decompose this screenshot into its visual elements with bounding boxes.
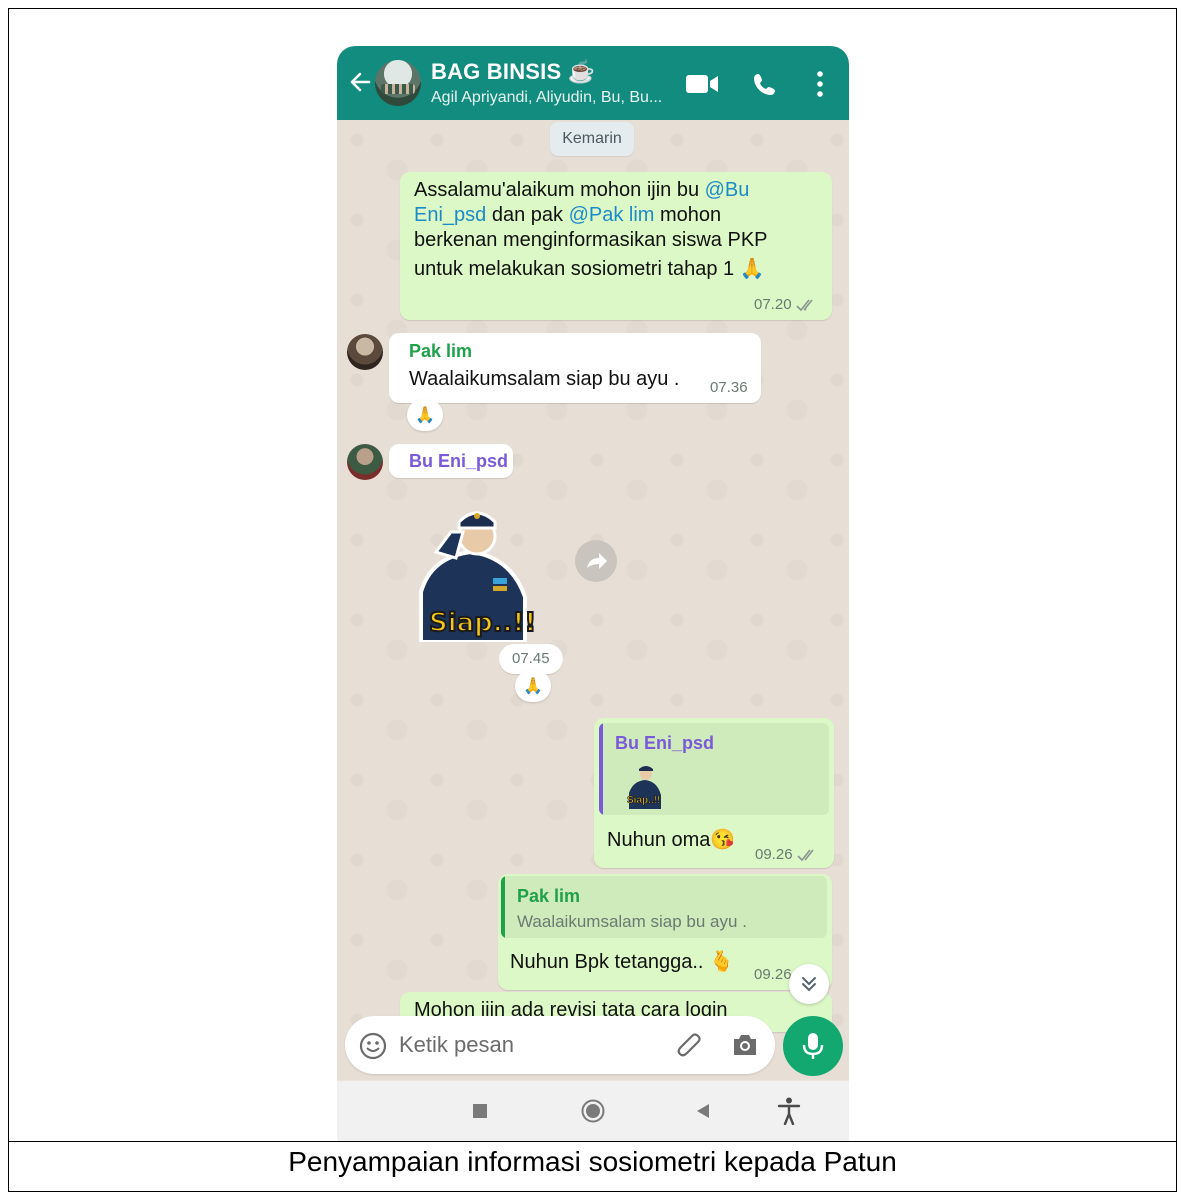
mic-icon[interactable]	[783, 1016, 843, 1076]
message-bubble-outgoing[interactable]: Assalamu'alaikum mohon ijin bu @Bu Eni_p…	[400, 172, 832, 320]
mention-link[interactable]: @Bu	[705, 179, 750, 201]
recents-icon[interactable]	[473, 1104, 487, 1118]
paperclip-icon[interactable]	[675, 1031, 705, 1061]
chat-title[interactable]: BAG BINSIS ☕	[431, 59, 595, 85]
quoted-sticker-caption: Siap..!!	[627, 795, 661, 807]
reaction-badge[interactable]: 🙏	[515, 670, 551, 702]
video-call-icon[interactable]	[685, 72, 719, 96]
message-bubble-outgoing[interactable]: Bu Eni_psd Siap..!! Nuhun oma😘 09.26	[594, 718, 834, 868]
text-span: dan pak	[486, 204, 569, 226]
quoted-sticker-thumbnail: Siap..!!	[623, 763, 665, 809]
arrow-left-icon[interactable]	[347, 68, 373, 96]
message-time: 09.26	[754, 966, 792, 983]
sticker-image[interactable]: Siap..!!	[401, 502, 541, 644]
forward-icon[interactable]	[575, 540, 617, 582]
mention-link[interactable]: Eni_psd	[414, 204, 486, 226]
date-chip: Kemarin	[550, 122, 634, 156]
quote-text: Waalaikumsalam siap bu ayu .	[517, 912, 747, 931]
message-meta: 07.20	[754, 296, 818, 313]
message-time: 07.20	[754, 296, 792, 313]
quote-sender: Bu Eni_psd	[615, 733, 715, 753]
system-nav-bar	[337, 1081, 849, 1141]
quoted-message[interactable]: Bu Eni_psd Siap..!!	[599, 723, 829, 815]
text-span: untuk melakukan sosiometri tahap 1 🙏	[414, 258, 765, 280]
message-text: Waalaikumsalam siap bu ayu .	[409, 368, 680, 390]
message-input-bar[interactable]: Ketik pesan	[345, 1016, 775, 1074]
reaction-badge[interactable]: 🙏	[407, 399, 443, 431]
message-time: 07.36	[710, 379, 748, 396]
message-time: 07.45	[512, 650, 550, 667]
message-bubble-incoming[interactable]: Bu Eni_psd	[389, 444, 513, 478]
quoted-message[interactable]: Pak lim Waalaikumsalam siap bu ayu .	[501, 876, 827, 938]
double-check-icon	[795, 299, 813, 311]
message-time: 09.26	[755, 846, 793, 863]
sticker-caption: Siap..!!	[428, 607, 537, 639]
sender-name[interactable]: Pak lim	[409, 341, 472, 362]
home-icon[interactable]	[581, 1099, 605, 1123]
avatar[interactable]	[347, 334, 383, 370]
emoji-icon[interactable]	[359, 1032, 387, 1060]
phone-screen: BAG BINSIS ☕ Agil Apriyandi, Aliyudin, B…	[337, 46, 849, 1141]
avatar[interactable]	[347, 444, 383, 480]
quote-bar	[599, 723, 603, 815]
message-text: Nuhun oma😘	[607, 829, 736, 851]
text-span: mohon	[654, 204, 722, 226]
chat-members[interactable]: Agil Apriyandi, Aliyudin, Bu, Bu...	[431, 89, 662, 107]
message-bubble-incoming[interactable]: Pak lim Waalaikumsalam siap bu ayu . 07.…	[389, 333, 761, 403]
message-text: Assalamu'alaikum mohon ijin bu @Bu Eni_p…	[414, 178, 824, 282]
double-check-icon	[796, 849, 814, 861]
message-input[interactable]: Ketik pesan	[399, 1032, 514, 1058]
accessibility-icon[interactable]	[777, 1097, 801, 1125]
text-span: berkenan menginformasikan siswa PKP	[414, 229, 768, 251]
quote-bar	[501, 876, 505, 938]
chat-header: BAG BINSIS ☕ Agil Apriyandi, Aliyudin, B…	[337, 46, 849, 120]
sender-name[interactable]: Bu Eni_psd	[409, 451, 508, 472]
camera-icon[interactable]	[731, 1032, 759, 1058]
text-span: Assalamu'alaikum mohon ijin bu	[414, 179, 705, 201]
chevron-double-down-icon[interactable]	[789, 964, 829, 1004]
caption-divider	[8, 1141, 1177, 1142]
message-bubble-outgoing[interactable]: Pak lim Waalaikumsalam siap bu ayu . Nuh…	[498, 874, 832, 990]
message-text: Nuhun Bpk tetangga.. 🫰	[510, 951, 734, 973]
more-vert-icon[interactable]	[815, 70, 825, 98]
phone-icon[interactable]	[753, 72, 777, 96]
figure-caption: Penyampaian informasi sosiometri kepada …	[288, 1146, 897, 1177]
message-meta: 09.26	[755, 846, 819, 863]
group-avatar[interactable]	[375, 60, 421, 106]
mention-link[interactable]: @Pak lim	[569, 204, 655, 226]
back-nav-icon[interactable]	[695, 1103, 711, 1119]
quote-sender: Pak lim	[517, 886, 581, 906]
